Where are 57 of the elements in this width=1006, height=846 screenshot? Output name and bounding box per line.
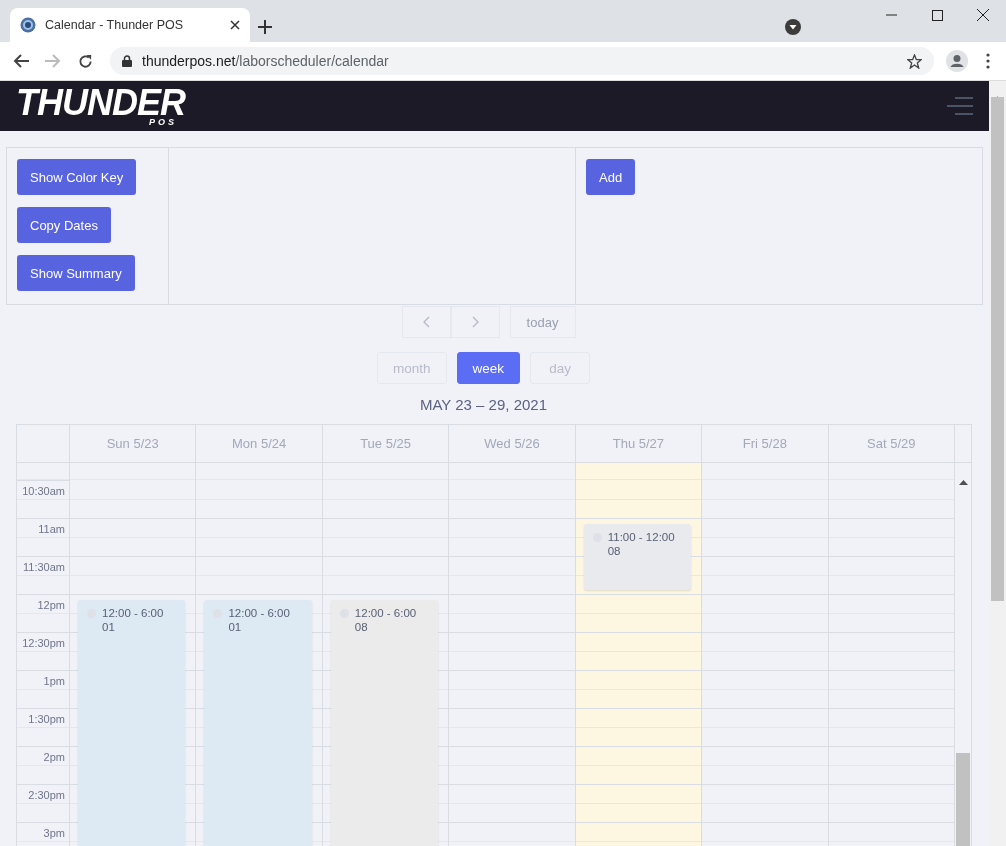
scroll-thumb[interactable] (991, 97, 1004, 601)
view-tab[interactable]: week (456, 352, 521, 384)
scroll-thumb[interactable] (956, 753, 970, 846)
event-code: 08 (354, 620, 369, 634)
event-code: 08 (607, 544, 622, 558)
time-label: 11am (38, 523, 65, 535)
maximize-icon[interactable] (931, 9, 943, 21)
url-text: thunderpos.net/laborscheduler/calendar (142, 53, 390, 69)
day-header: Sat 5/29 (828, 425, 955, 462)
event-time: 11:00 - 12:00 (607, 530, 676, 544)
shift-event[interactable]: 11:00 - 12:00 08 (583, 524, 692, 590)
chevron-left-icon (422, 316, 430, 328)
time-label: 2:30pm (28, 789, 65, 801)
event-code: 01 (102, 620, 116, 634)
day-header: Sun 5/23 (70, 425, 197, 462)
time-label: 3pm (43, 827, 65, 839)
event-code: 01 (228, 620, 243, 634)
day-header: Mon 5/24 (196, 425, 323, 462)
minimize-icon[interactable] (885, 14, 897, 16)
action-button[interactable]: Show Color Key (17, 159, 137, 195)
chevron-right-icon (471, 316, 479, 328)
day-header: Thu 5/27 (575, 425, 703, 462)
day-header: Tue 5/25 (322, 425, 450, 462)
shift-event[interactable]: 12:00 - 6:00 08 (330, 600, 439, 846)
time-label: 12pm (37, 599, 65, 611)
event-time: 12:00 - 6:00 (354, 606, 418, 620)
event-time: 12:00 - 6:00 (228, 606, 291, 620)
event-time: 12:00 - 6:00 (102, 606, 165, 620)
star-icon[interactable] (907, 53, 922, 69)
add-button[interactable]: Add (586, 159, 636, 195)
time-label: 2pm (43, 751, 65, 763)
action-button[interactable]: Copy Dates (17, 207, 111, 243)
address-bar[interactable]: thunderpos.net/laborscheduler/calendar (110, 47, 934, 75)
scroll-up-icon[interactable] (959, 480, 968, 485)
close-icon[interactable] (230, 20, 240, 30)
day-header: Wed 5/26 (449, 425, 576, 462)
lock-icon (122, 55, 132, 67)
time-label: 11:30am (23, 561, 65, 573)
day-header: Fri 5/28 (702, 425, 829, 462)
back-arrow-icon[interactable] (13, 54, 29, 68)
browser-tab[interactable]: Calendar - Thunder POS (10, 8, 250, 42)
action-button[interactable]: Show Summary (17, 255, 135, 291)
reload-icon[interactable] (77, 53, 93, 69)
plus-icon[interactable] (258, 20, 272, 34)
time-label: 10:30am (22, 485, 65, 497)
shift-event[interactable]: 12:00 - 6:00 01 (78, 600, 186, 846)
time-label: 1:30pm (28, 713, 65, 725)
close-icon[interactable] (977, 9, 989, 21)
profile-icon[interactable] (946, 50, 968, 72)
dropdown-icon[interactable] (785, 19, 801, 35)
shift-event[interactable]: 12:00 - 6:00 01 (204, 600, 312, 846)
time-label: 1pm (43, 675, 65, 687)
more-options-icon[interactable] (986, 53, 990, 69)
time-label: 12:30pm (22, 637, 65, 649)
globe-icon (20, 17, 36, 33)
date-range-title: MAY 23 – 29, 2021 (418, 396, 548, 413)
tab-title: Calendar - Thunder POS (45, 18, 185, 32)
